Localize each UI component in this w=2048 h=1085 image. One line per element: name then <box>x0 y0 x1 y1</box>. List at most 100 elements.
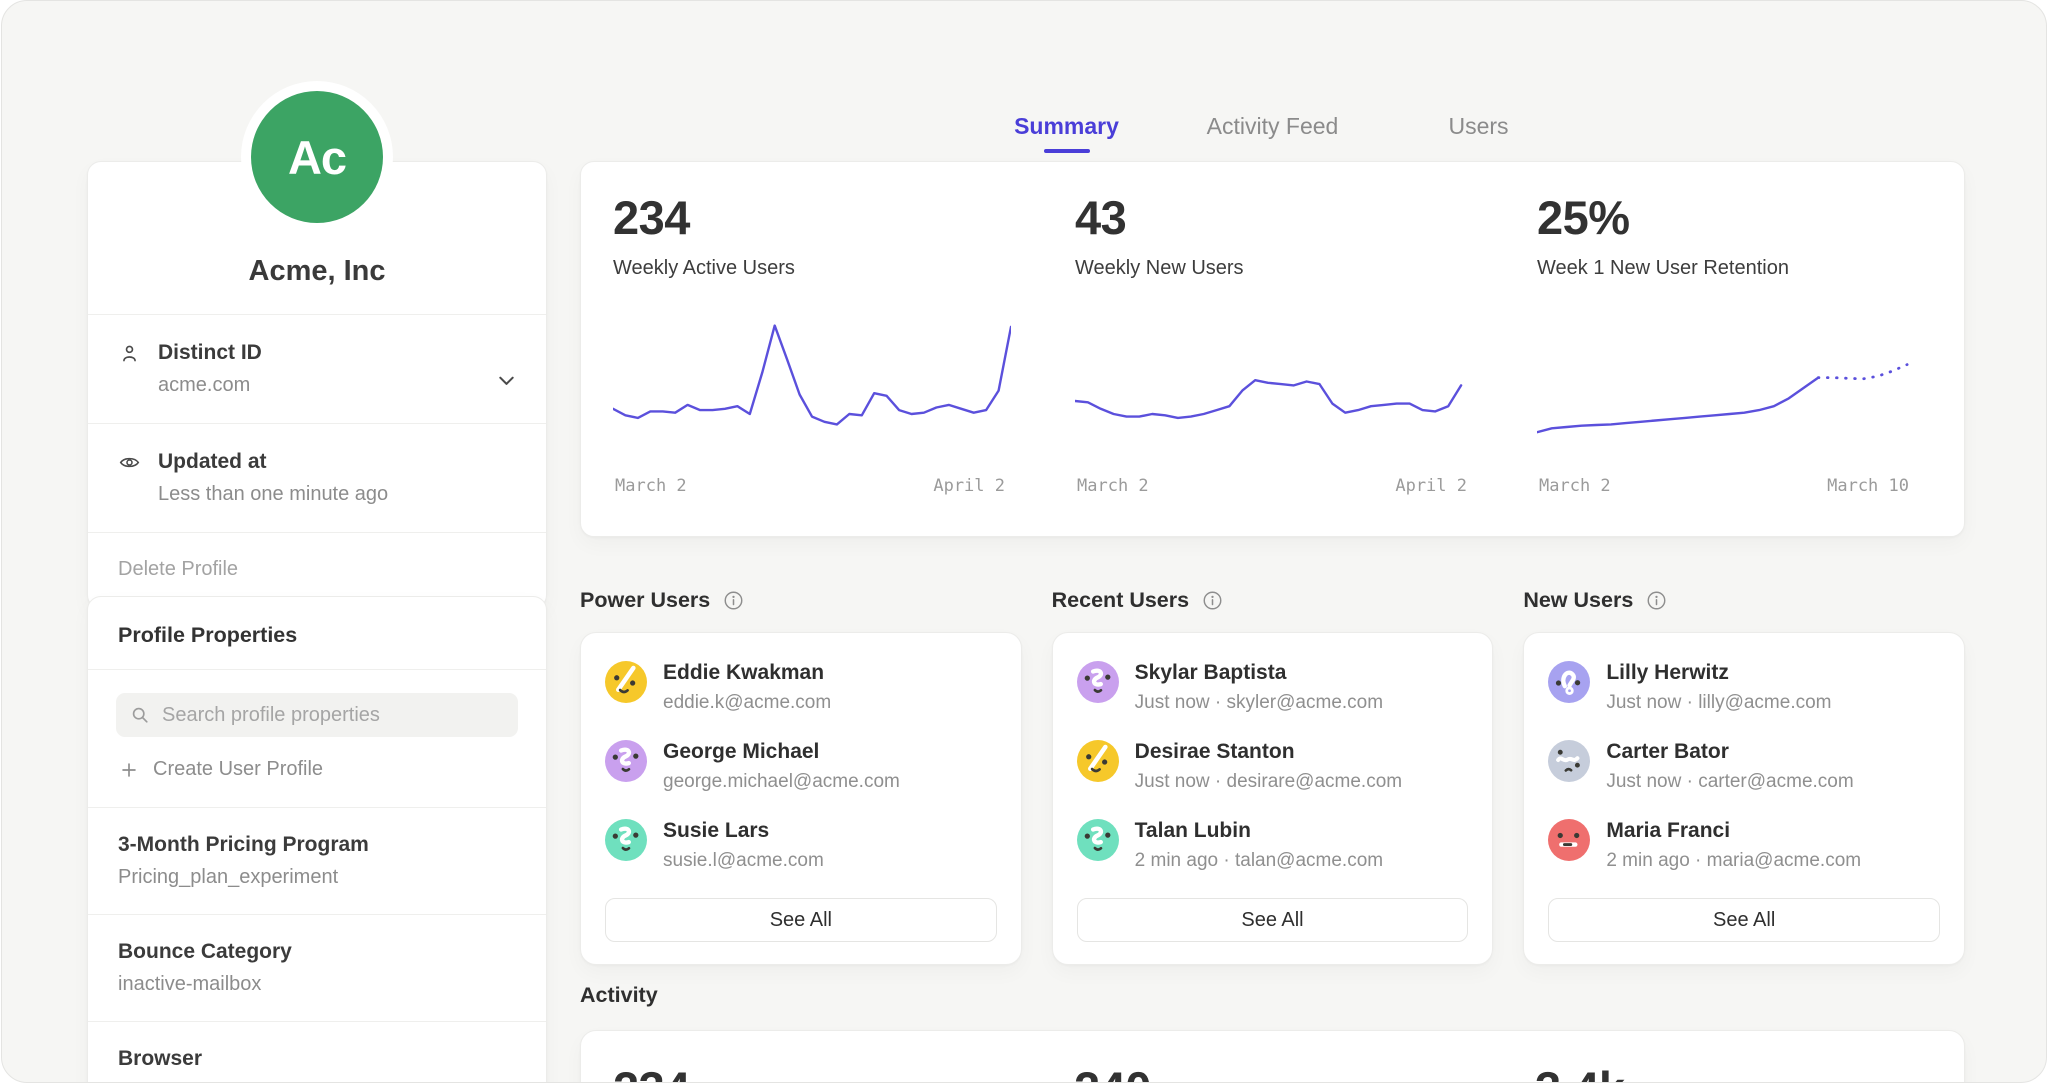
activity-stat: 234 <box>581 1061 1042 1083</box>
user-meta: 2 min ago · talan@acme.com <box>1135 850 1383 872</box>
user-sections: Power Users Eddie Kwakman eddie.k@acme.c… <box>580 585 1965 965</box>
info-icon[interactable] <box>722 589 745 612</box>
profile-properties-title: Profile Properties <box>88 597 546 669</box>
user-meta: Just now · carter@acme.com <box>1606 771 1853 793</box>
user-meta: susie.l@acme.com <box>663 850 824 872</box>
user-meta: eddie.k@acme.com <box>663 692 831 714</box>
user-avatar <box>605 819 647 861</box>
x-axis-labels: March 2 March 10 <box>1537 476 1935 496</box>
see-all-button[interactable]: See All <box>1077 898 1469 942</box>
user-list-item[interactable]: Talan Lubin 2 min ago · talan@acme.com <box>1077 819 1469 872</box>
user-avatar <box>1548 740 1590 782</box>
search-input[interactable] <box>160 703 505 728</box>
user-list-item[interactable]: Carter Bator Just now · carter@acme.com <box>1548 740 1940 793</box>
activity-value: 240 <box>1074 1061 1471 1083</box>
user-list-card: Eddie Kwakman eddie.k@acme.com George Mi… <box>580 632 1022 965</box>
stat-label: Week 1 New User Retention <box>1537 257 1935 280</box>
activity-value: 3.4k <box>1535 1061 1932 1083</box>
user-avatar <box>605 740 647 782</box>
chevron-down-icon[interactable] <box>493 367 520 394</box>
stat-value: 43 <box>1075 190 1473 245</box>
x-axis-labels: March 2 April 2 <box>1075 476 1473 496</box>
stat-value: 25% <box>1537 190 1935 245</box>
section-header: Recent Users <box>1052 585 1494 615</box>
section-title: New Users <box>1523 588 1633 613</box>
weekly-new-users-sparkline <box>1075 313 1473 463</box>
section-header: New Users <box>1523 585 1965 615</box>
profile-row-label: Updated at <box>158 450 516 474</box>
tab-activity-feed[interactable]: Activity Feed <box>1170 113 1376 153</box>
info-icon[interactable] <box>1645 589 1668 612</box>
profile-row-updated-at: Updated at Less than one minute ago <box>88 423 546 532</box>
see-all-button[interactable]: See All <box>605 898 997 942</box>
user-avatar <box>1548 661 1590 703</box>
user-name: Talan Lubin <box>1135 819 1383 843</box>
activity-stat: 240 <box>1042 1061 1503 1083</box>
profile-properties-card: Profile Properties Create User Profile <box>87 596 547 1083</box>
week1-retention-sparkline <box>1537 313 1935 463</box>
weekly-active-users-sparkline <box>613 313 1011 463</box>
user-list-item[interactable]: Eddie Kwakman eddie.k@acme.com <box>605 661 997 714</box>
user-meta: Just now · lilly@acme.com <box>1606 692 1831 714</box>
search-profile-properties[interactable] <box>116 693 518 737</box>
property-value: inactive-mailbox <box>118 973 516 996</box>
property-label: Bounce Category <box>118 940 516 964</box>
plus-icon <box>118 759 140 781</box>
create-user-profile-button[interactable]: Create User Profile <box>116 737 518 807</box>
property-label: 3-Month Pricing Program <box>118 833 516 857</box>
section-title: Recent Users <box>1052 588 1189 613</box>
x-tick-left: March 2 <box>1539 476 1611 496</box>
x-axis-labels: March 2 April 2 <box>613 476 1011 496</box>
create-user-profile-label: Create User Profile <box>153 758 323 781</box>
section-recent-users: Recent Users Skylar Baptista Just now · … <box>1052 585 1494 965</box>
user-list-item[interactable]: Desirae Stanton Just now · desirare@acme… <box>1077 740 1469 793</box>
property-value: Chrome <box>118 1080 516 1083</box>
property-item: Browser Chrome <box>88 1021 546 1083</box>
x-tick-left: March 2 <box>1077 476 1149 496</box>
tab-users-label: Users <box>1448 113 1508 140</box>
user-list-item[interactable]: Lilly Herwitz Just now · lilly@acme.com <box>1548 661 1940 714</box>
profile-row-value: Less than one minute ago <box>158 483 516 506</box>
tab-activity-feed-label: Activity Feed <box>1207 113 1339 140</box>
user-list-item[interactable]: George Michael george.michael@acme.com <box>605 740 997 793</box>
profile-row-distinct-id: Distinct ID acme.com <box>88 314 546 423</box>
summary-card: 234 Weekly Active Users March 2 April 2 … <box>580 161 1965 537</box>
user-name: Susie Lars <box>663 819 824 843</box>
profile-card: Acme, Inc Distinct ID acme.com <box>87 161 547 609</box>
user-name: Eddie Kwakman <box>663 661 831 685</box>
user-name: Carter Bator <box>1606 740 1853 764</box>
stat-weekly-new-users: 43 Weekly New Users March 2 April 2 <box>1043 190 1505 508</box>
activity-value: 234 <box>613 1061 1010 1083</box>
tab-users[interactable]: Users <box>1376 113 1582 153</box>
x-tick-right: April 2 <box>933 476 1005 496</box>
user-name: Skylar Baptista <box>1135 661 1383 685</box>
profile-properties-body: Create User Profile <box>88 669 546 807</box>
user-meta: Just now · desirare@acme.com <box>1135 771 1402 793</box>
tab-summary-label: Summary <box>1014 113 1119 140</box>
x-tick-right: March 10 <box>1827 476 1909 496</box>
profile-row-value: acme.com <box>158 374 516 397</box>
user-avatar <box>605 661 647 703</box>
active-tab-underline <box>1044 149 1090 153</box>
user-name: Maria Franci <box>1606 819 1861 843</box>
user-meta: george.michael@acme.com <box>663 771 900 793</box>
section-new-users: New Users Lilly Herwitz Just now · lilly… <box>1523 585 1965 965</box>
section-header: Power Users <box>580 585 1022 615</box>
user-meta: Just now · skyler@acme.com <box>1135 692 1383 714</box>
x-tick-right: April 2 <box>1395 476 1467 496</box>
tab-summary[interactable]: Summary <box>964 113 1170 153</box>
property-value: Pricing_plan_experiment <box>118 866 516 889</box>
user-list-item[interactable]: Maria Franci 2 min ago · maria@acme.com <box>1548 819 1940 872</box>
eye-icon <box>118 451 141 474</box>
property-label: Browser <box>118 1047 516 1071</box>
activity-card: 234 240 3.4k <box>580 1030 1965 1083</box>
user-list-item[interactable]: Skylar Baptista Just now · skyler@acme.c… <box>1077 661 1469 714</box>
section-power-users: Power Users Eddie Kwakman eddie.k@acme.c… <box>580 585 1022 965</box>
activity-stat: 3.4k <box>1503 1061 1964 1083</box>
person-icon <box>118 342 141 365</box>
see-all-button[interactable]: See All <box>1548 898 1940 942</box>
search-icon <box>129 704 151 726</box>
info-icon[interactable] <box>1201 589 1224 612</box>
profile-row-label: Distinct ID <box>158 341 516 365</box>
user-list-item[interactable]: Susie Lars susie.l@acme.com <box>605 819 997 872</box>
